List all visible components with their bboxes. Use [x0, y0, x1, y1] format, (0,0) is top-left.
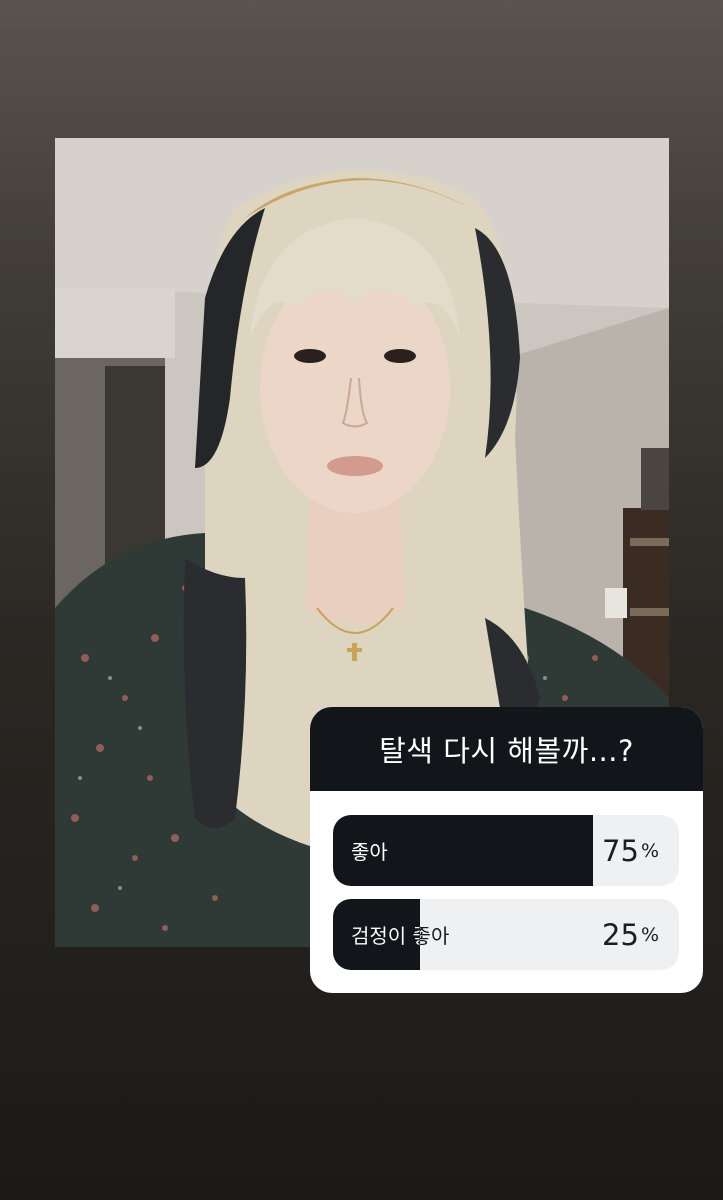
poll-header: 탈색 다시 해볼까...?: [310, 707, 703, 791]
poll-option-2-label: 검정이 좋아: [351, 899, 449, 970]
poll-option-2-percent-sign: %: [640, 923, 659, 946]
poll-question: 탈색 다시 해볼까...?: [379, 734, 634, 768]
story-screen: 탈색 다시 해볼까...? 좋아 75 % 검정이 좋아 25 %: [0, 0, 723, 1200]
poll-option-2-percent: 25 %: [602, 899, 659, 970]
poll-option-1-percent: 75 %: [602, 815, 659, 886]
poll-option-2-percent-value: 25: [602, 917, 639, 952]
poll-option-1-label: 좋아: [351, 840, 388, 864]
poll-option-1-percent-value: 75: [602, 833, 639, 868]
poll-option-2[interactable]: 검정이 좋아 25 %: [333, 899, 679, 970]
poll-option-1-percent-sign: %: [640, 839, 659, 862]
poll-sticker: 탈색 다시 해볼까...? 좋아 75 % 검정이 좋아 25 %: [310, 707, 703, 993]
poll-option-1[interactable]: 좋아 75 %: [333, 815, 679, 886]
